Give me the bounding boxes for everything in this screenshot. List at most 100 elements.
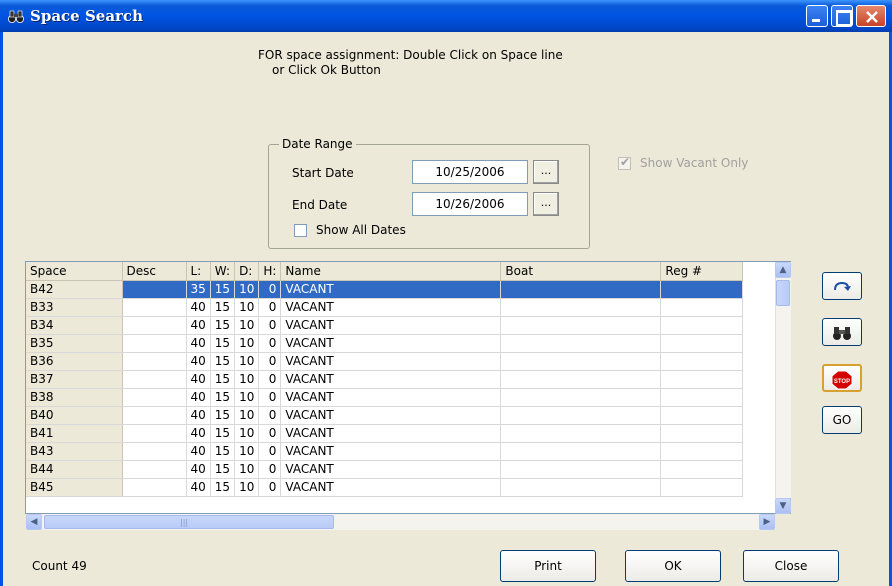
cell-depth[interactable]: 10 <box>234 298 260 317</box>
col-header-reg[interactable]: Reg # <box>660 262 744 281</box>
cell-depth[interactable]: 10 <box>234 478 260 497</box>
cell-depth[interactable]: 10 <box>234 334 260 353</box>
space-grid[interactable]: Space Desc L: W: D: H: Name Boat Reg # B… <box>25 261 791 514</box>
cell-length[interactable]: 40 <box>186 334 211 353</box>
cell-depth[interactable]: 10 <box>234 442 260 461</box>
cell-boat[interactable] <box>500 406 662 425</box>
table-row[interactable]: B38 40 15 10 0 VACANT <box>26 388 744 407</box>
cell-depth[interactable]: 10 <box>234 388 260 407</box>
cell-height[interactable]: 0 <box>258 388 282 407</box>
horizontal-scroll-thumb[interactable] <box>44 515 334 529</box>
table-row[interactable]: B40 40 15 10 0 VACANT <box>26 406 744 425</box>
cell-boat[interactable] <box>500 316 662 335</box>
cell-height[interactable]: 0 <box>258 334 282 353</box>
ok-button[interactable]: OK <box>625 550 721 582</box>
cell-name[interactable]: VACANT <box>280 370 502 389</box>
cell-depth[interactable]: 10 <box>234 424 260 443</box>
cell-boat[interactable] <box>500 388 662 407</box>
cell-space[interactable]: B36 <box>26 352 123 371</box>
cell-length[interactable]: 40 <box>186 460 211 479</box>
cell-depth[interactable]: 10 <box>234 352 260 371</box>
cell-length[interactable]: 35 <box>186 280 211 299</box>
cell-space[interactable]: B45 <box>26 478 123 497</box>
scroll-left-button[interactable]: ◀ <box>26 514 42 530</box>
cell-height[interactable]: 0 <box>258 478 282 497</box>
show-vacant-only-checkbox[interactable]: ✔ <box>618 155 631 170</box>
cell-desc[interactable] <box>122 460 187 479</box>
cell-boat[interactable] <box>500 460 662 479</box>
cell-width[interactable]: 15 <box>210 334 236 353</box>
show-all-dates-checkbox[interactable] <box>294 224 307 237</box>
cell-reg[interactable] <box>660 316 744 335</box>
maximize-button[interactable] <box>831 5 853 27</box>
cell-width[interactable]: 15 <box>210 406 236 425</box>
table-row[interactable]: B37 40 15 10 0 VACANT <box>26 370 744 389</box>
cell-depth[interactable]: 10 <box>234 370 260 389</box>
cell-length[interactable]: 40 <box>186 352 211 371</box>
scroll-up-button[interactable]: ▲ <box>775 262 791 278</box>
cell-name[interactable]: VACANT <box>280 316 502 335</box>
cell-name[interactable]: VACANT <box>280 388 502 407</box>
cell-depth[interactable]: 10 <box>234 460 260 479</box>
cell-reg[interactable] <box>660 334 744 353</box>
cell-height[interactable]: 0 <box>258 370 282 389</box>
table-row[interactable]: B36 40 15 10 0 VACANT <box>26 352 744 371</box>
table-row[interactable]: B35 40 15 10 0 VACANT <box>26 334 744 353</box>
cell-boat[interactable] <box>500 334 662 353</box>
cell-length[interactable]: 40 <box>186 442 211 461</box>
cell-space[interactable]: B41 <box>26 424 123 443</box>
cell-boat[interactable] <box>500 370 662 389</box>
cell-boat[interactable] <box>500 352 662 371</box>
col-header-name[interactable]: Name <box>280 262 502 281</box>
cell-length[interactable]: 40 <box>186 316 211 335</box>
cell-boat[interactable] <box>500 298 662 317</box>
cell-name[interactable]: VACANT <box>280 478 502 497</box>
start-date-field[interactable]: 10/25/2006 <box>412 160 528 184</box>
cell-boat[interactable] <box>500 424 662 443</box>
cell-desc[interactable] <box>122 280 187 299</box>
cell-boat[interactable] <box>500 442 662 461</box>
cell-length[interactable]: 40 <box>186 478 211 497</box>
print-button[interactable]: Print <box>500 550 596 582</box>
cell-desc[interactable] <box>122 316 187 335</box>
cell-width[interactable]: 15 <box>210 478 236 497</box>
cell-width[interactable]: 15 <box>210 388 236 407</box>
cell-length[interactable]: 40 <box>186 424 211 443</box>
col-header-depth[interactable]: D: <box>234 262 260 281</box>
cell-reg[interactable] <box>660 352 744 371</box>
go-button[interactable]: GO <box>822 406 862 434</box>
cell-space[interactable]: B40 <box>26 406 123 425</box>
cell-space[interactable]: B42 <box>26 280 123 299</box>
cell-reg[interactable] <box>660 280 744 299</box>
cell-width[interactable]: 15 <box>210 280 236 299</box>
cell-reg[interactable] <box>660 406 744 425</box>
cell-depth[interactable]: 10 <box>234 316 260 335</box>
cell-name[interactable]: VACANT <box>280 334 502 353</box>
scroll-right-button[interactable]: ▶ <box>759 514 775 530</box>
cell-name[interactable]: VACANT <box>280 424 502 443</box>
table-row[interactable]: B42 35 15 10 0 VACANT <box>26 280 744 299</box>
cell-name[interactable]: VACANT <box>280 352 502 371</box>
search-button[interactable] <box>822 318 862 346</box>
cell-reg[interactable] <box>660 388 744 407</box>
cell-height[interactable]: 0 <box>258 460 282 479</box>
col-header-height[interactable]: H: <box>258 262 282 281</box>
refresh-button[interactable] <box>822 272 862 300</box>
cell-boat[interactable] <box>500 478 662 497</box>
cell-width[interactable]: 15 <box>210 460 236 479</box>
cell-desc[interactable] <box>122 298 187 317</box>
cell-desc[interactable] <box>122 334 187 353</box>
end-date-field[interactable]: 10/26/2006 <box>412 192 528 216</box>
cell-length[interactable]: 40 <box>186 406 211 425</box>
cell-name[interactable]: VACANT <box>280 442 502 461</box>
cell-height[interactable]: 0 <box>258 424 282 443</box>
cell-width[interactable]: 15 <box>210 442 236 461</box>
cell-desc[interactable] <box>122 352 187 371</box>
cell-desc[interactable] <box>122 388 187 407</box>
cell-name[interactable]: VACANT <box>280 406 502 425</box>
cell-depth[interactable]: 10 <box>234 280 260 299</box>
cell-height[interactable]: 0 <box>258 352 282 371</box>
cell-width[interactable]: 15 <box>210 352 236 371</box>
cell-desc[interactable] <box>122 442 187 461</box>
cell-desc[interactable] <box>122 424 187 443</box>
